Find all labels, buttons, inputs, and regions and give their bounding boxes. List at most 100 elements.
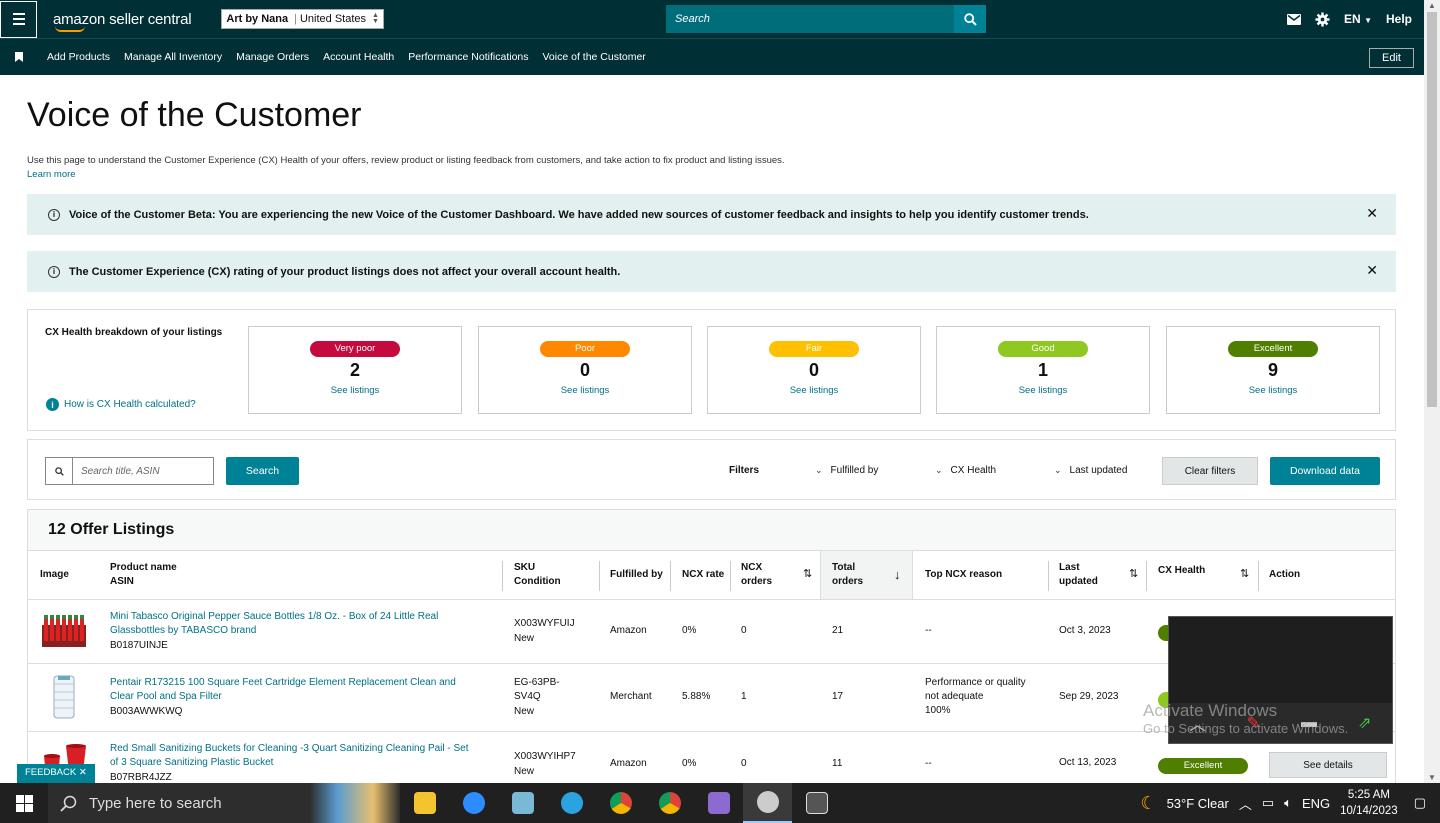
last-updated: Sep 29, 2023 bbox=[1059, 691, 1119, 702]
product-name-line-1: Pentair R173215 100 Square Feet Cartridg… bbox=[110, 677, 456, 688]
col-sku[interactable]: SKU Condition bbox=[514, 561, 561, 589]
chevron-down-icon: ⌄ bbox=[815, 465, 823, 475]
cx-health-calc-link[interactable]: i How is CX Health calculated? bbox=[46, 398, 196, 411]
nav-add-products[interactable]: Add Products bbox=[47, 51, 110, 63]
table-header: Image Product name ASIN SKU Condition Fulf… bbox=[28, 551, 1395, 600]
sort-icon[interactable]: ⇅ bbox=[803, 567, 812, 580]
listing-search-button[interactable]: Search bbox=[226, 457, 299, 485]
sort-descending-icon[interactable]: ↓ bbox=[894, 567, 901, 582]
notepad-icon[interactable] bbox=[498, 783, 547, 823]
language-label: EN bbox=[1344, 12, 1361, 26]
windows-start-icon[interactable] bbox=[0, 783, 48, 823]
cx-card-poor: Poor 0 See listings bbox=[478, 326, 692, 414]
hamburger-menu-button[interactable] bbox=[0, 0, 37, 38]
col-ncx-orders[interactable]: NCX orders bbox=[741, 561, 772, 589]
last-updated: Oct 3, 2023 bbox=[1059, 625, 1111, 636]
calculator-icon[interactable] bbox=[792, 783, 841, 823]
mail-icon[interactable] bbox=[1287, 13, 1302, 25]
help-link[interactable]: Help bbox=[1386, 12, 1412, 26]
weather-text[interactable]: 53°F Clear bbox=[1167, 796, 1229, 811]
clock-date: 10/14/2023 bbox=[1340, 805, 1398, 817]
account-selector[interactable]: Art by Nana | United States ▲ ▼ bbox=[221, 9, 384, 29]
info-icon: i bbox=[48, 208, 60, 221]
chevron-up-icon[interactable]: ︿ bbox=[1239, 794, 1252, 813]
scrollbar-thumb[interactable] bbox=[1427, 12, 1437, 407]
learn-more-link[interactable]: Learn more bbox=[27, 169, 1396, 180]
listing-search-input[interactable]: Search title, ASIN bbox=[73, 458, 168, 484]
main-content: Voice of the Customer Use this page to u… bbox=[27, 75, 1396, 789]
language-selector[interactable]: EN ▼ bbox=[1344, 12, 1372, 26]
nav-performance-notifications[interactable]: Performance Notifications bbox=[408, 51, 528, 63]
bookmark-icon[interactable] bbox=[15, 52, 23, 62]
search-button[interactable] bbox=[954, 5, 986, 33]
col-ncx-rate[interactable]: NCX rate bbox=[682, 568, 724, 582]
scroll-up-icon[interactable]: ▲ bbox=[1428, 1, 1436, 10]
nav-account-health[interactable]: Account Health bbox=[323, 51, 394, 63]
weather-moon-icon[interactable]: ☾ bbox=[1140, 793, 1156, 814]
col-total-orders[interactable]: Total orders bbox=[832, 561, 863, 589]
search-icon bbox=[963, 12, 977, 26]
share-screen-icon[interactable]: ⇗ bbox=[1358, 713, 1371, 733]
see-listings-link[interactable]: See listings bbox=[1167, 385, 1379, 396]
top-ncx-reason-line-1: Performance or quality bbox=[925, 677, 1026, 688]
see-details-button[interactable]: See details bbox=[1269, 752, 1387, 778]
gear-icon[interactable] bbox=[1315, 11, 1330, 27]
edit-nav-button[interactable]: Edit bbox=[1369, 48, 1414, 68]
close-icon[interactable]: ✕ bbox=[1366, 205, 1378, 222]
global-search[interactable]: Search bbox=[666, 5, 986, 33]
fulfilled-by: Amazon bbox=[610, 758, 647, 769]
clock[interactable]: 5:25 AM 10/14/2023 bbox=[1340, 787, 1398, 819]
photos-icon[interactable] bbox=[743, 783, 792, 823]
nav-voice-of-customer[interactable]: Voice of the Customer bbox=[543, 51, 646, 63]
col-top-ncx-reason[interactable]: Top NCX reason bbox=[925, 568, 1002, 582]
fulfilled-by-dropdown[interactable]: ⌄ Fulfilled by bbox=[815, 465, 878, 476]
chrome-icon[interactable] bbox=[596, 783, 645, 823]
product-image[interactable] bbox=[40, 609, 88, 655]
sort-icon[interactable]: ⇅ bbox=[1129, 567, 1138, 580]
col-fulfilled-by[interactable]: Fulfilled by bbox=[610, 568, 663, 582]
close-icon[interactable]: ✕ bbox=[1366, 262, 1378, 279]
total-orders: 21 bbox=[832, 625, 844, 636]
chrome-profile-icon[interactable] bbox=[645, 783, 694, 823]
col-cx-health[interactable]: CX Health bbox=[1158, 564, 1205, 578]
see-listings-link[interactable]: See listings bbox=[249, 385, 461, 396]
col-last-updated[interactable]: Last updated bbox=[1059, 561, 1098, 589]
feedback-button[interactable]: FEEDBACK ✕ bbox=[17, 764, 95, 783]
clear-filters-button[interactable]: Clear filters bbox=[1162, 457, 1258, 485]
activate-windows-title: Activate Windows bbox=[1143, 701, 1278, 720]
global-search-input[interactable]: Search bbox=[666, 5, 954, 33]
scroll-down-icon[interactable]: ▼ bbox=[1428, 773, 1436, 782]
product-image[interactable] bbox=[40, 674, 88, 720]
cx-count-excellent: 9 bbox=[1267, 360, 1278, 380]
product-name-link[interactable]: Red Small Sanitizing Buckets for Cleanin… bbox=[110, 742, 469, 770]
updown-chevron-icon: ▲ ▼ bbox=[372, 12, 379, 25]
cx-card-good: Good 1 See listings bbox=[936, 326, 1150, 414]
sort-icon[interactable]: ⇅ bbox=[1240, 567, 1249, 580]
product-name-link[interactable]: Pentair R173215 100 Square Feet Cartridg… bbox=[110, 676, 456, 704]
taskbar-search[interactable]: Type here to search bbox=[48, 783, 310, 823]
see-listings-link[interactable]: See listings bbox=[937, 385, 1149, 396]
nav-manage-orders[interactable]: Manage Orders bbox=[236, 51, 309, 63]
amazon-seller-central-logo[interactable]: amazon seller central bbox=[53, 11, 192, 32]
see-listings-link[interactable]: See listings bbox=[479, 385, 691, 396]
asin: B003AWWKWQ bbox=[110, 706, 183, 717]
anime-app-icon[interactable] bbox=[694, 783, 743, 823]
page-scrollbar[interactable]: ▲ ▼ bbox=[1424, 0, 1440, 783]
network-icon[interactable]: ▭ bbox=[1262, 795, 1274, 811]
listing-search[interactable]: Search title, ASIN bbox=[45, 457, 214, 485]
zoom-icon[interactable] bbox=[449, 783, 498, 823]
file-explorer-icon[interactable] bbox=[400, 783, 449, 823]
language-indicator[interactable]: ENG bbox=[1302, 796, 1330, 811]
cx-health-dropdown[interactable]: ⌄ CX Health bbox=[935, 465, 996, 476]
see-listings-link[interactable]: See listings bbox=[708, 385, 920, 396]
last-updated-dropdown[interactable]: ⌄ Last updated bbox=[1054, 465, 1127, 476]
product-name-link[interactable]: Mini Tabasco Original Pepper Sauce Bottl… bbox=[110, 610, 438, 638]
speaker-icon[interactable]: 🔈︎ bbox=[1284, 795, 1292, 811]
cx-card-very-poor: Very poor 2 See listings bbox=[248, 326, 462, 414]
nav-manage-inventory[interactable]: Manage All Inventory bbox=[124, 51, 222, 63]
col-product-name[interactable]: Product name ASIN bbox=[110, 561, 177, 589]
download-data-button[interactable]: Download data bbox=[1270, 457, 1380, 485]
telegram-icon[interactable] bbox=[547, 783, 596, 823]
notification-icon[interactable]: ▢ bbox=[1414, 795, 1426, 811]
cx-pill-good: Good bbox=[998, 341, 1088, 357]
